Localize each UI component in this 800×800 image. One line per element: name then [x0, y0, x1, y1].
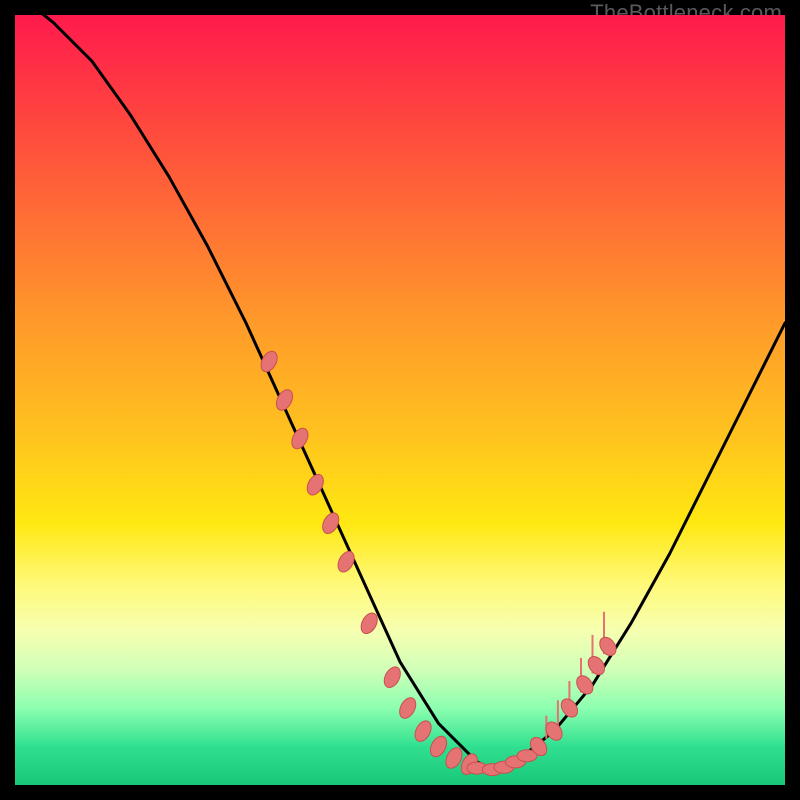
chart-marker — [396, 695, 419, 721]
chart-marker — [558, 696, 581, 720]
chart-curve — [15, 15, 785, 770]
chart-marker — [335, 549, 358, 575]
chart-marker — [381, 664, 404, 690]
chart-marker — [319, 510, 342, 536]
chart-marker — [585, 653, 608, 677]
chart-marker — [289, 426, 312, 452]
chart-ticks — [546, 612, 604, 739]
chart-marker — [596, 634, 619, 658]
chart-markers — [258, 349, 620, 778]
chart-marker — [573, 673, 596, 697]
curve-path — [15, 15, 785, 770]
chart-svg — [15, 15, 785, 785]
chart-marker — [427, 734, 450, 760]
chart-marker — [412, 718, 435, 744]
chart-marker — [258, 349, 281, 375]
chart-frame — [15, 15, 785, 785]
